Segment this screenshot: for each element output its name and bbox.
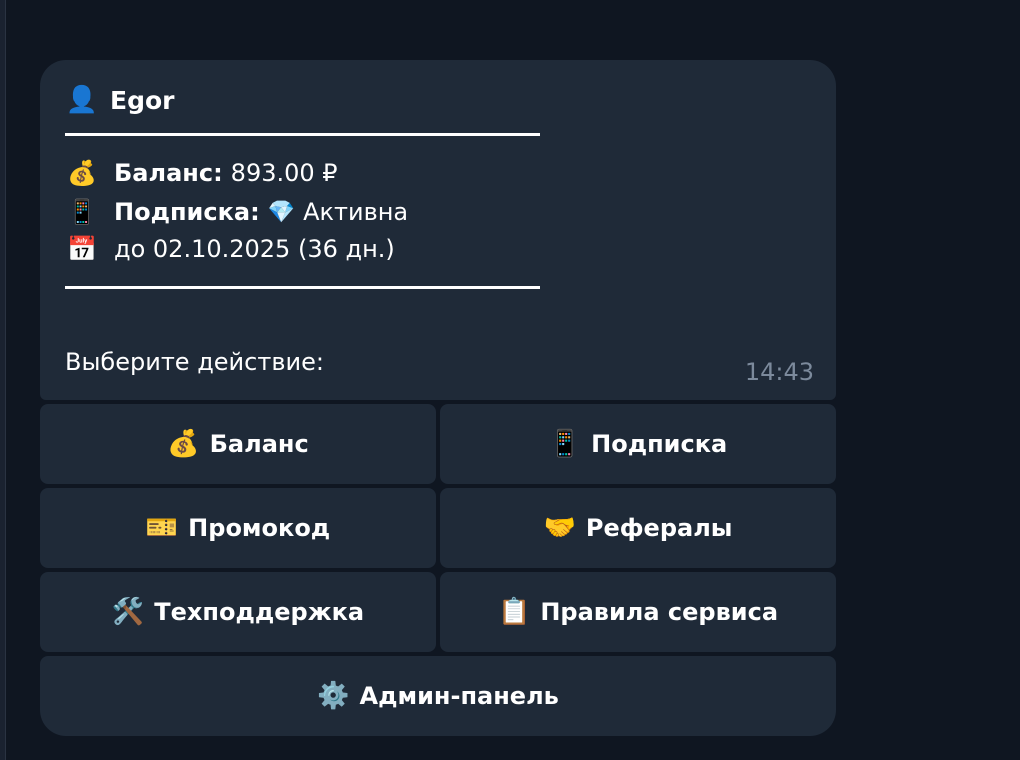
support-button-label: Техподдержка xyxy=(154,598,365,626)
subscription-status: Активна xyxy=(303,198,409,226)
message-time: 14:43 xyxy=(744,358,814,386)
admin-panel-button-label: Админ-панель xyxy=(359,682,559,710)
balance-button-label: Баланс xyxy=(209,430,309,458)
balance-value: 893.00 ₽ xyxy=(230,159,338,187)
subscription-line: 📱 Подписка: 💎 Активна xyxy=(64,194,408,230)
balance-label: Баланс: xyxy=(114,159,223,187)
diamond-icon: 💎 xyxy=(267,199,296,225)
gear-icon: ⚙️ xyxy=(317,681,350,711)
tools-icon: 🛠️ xyxy=(111,597,145,627)
clipboard-icon: 📋 xyxy=(497,597,531,627)
promocode-button-label: Промокод xyxy=(188,514,331,542)
subscription-button-label: Подписка xyxy=(591,430,728,458)
mobile-phone-icon: 📱 xyxy=(548,429,582,459)
referrals-button-label: Рефералы xyxy=(585,514,733,542)
balance-button[interactable]: 💰 Баланс xyxy=(40,404,436,484)
balance-line: 💰 Баланс: 893.00 ₽ xyxy=(64,155,338,191)
expiry-text: до 02.10.2025 (36 дн.) xyxy=(114,235,395,263)
support-button[interactable]: 🛠️ Техподдержка xyxy=(40,572,436,652)
chat-list-edge xyxy=(0,0,6,760)
sender-header: 👤 Egor xyxy=(64,82,175,118)
divider-bottom xyxy=(65,286,540,289)
rules-button[interactable]: 📋 Правила сервиса xyxy=(440,572,836,652)
sender-name: Egor xyxy=(110,85,175,115)
divider-top xyxy=(65,133,540,136)
expiry-line: 📅 до 02.10.2025 (36 дн.) xyxy=(64,231,395,267)
money-bag-icon: 💰 xyxy=(167,429,200,459)
ticket-icon: 🎫 xyxy=(145,513,179,543)
handshake-icon: 🤝 xyxy=(543,513,576,543)
admin-panel-button[interactable]: ⚙️ Админ-панель xyxy=(40,656,836,736)
bot-message-bubble: 👤 Egor 💰 Баланс: 893.00 ₽ 📱 Подписка: 💎 … xyxy=(40,60,836,400)
promocode-button[interactable]: 🎫 Промокод xyxy=(40,488,436,568)
user-icon: 👤 xyxy=(65,85,99,115)
subscription-button[interactable]: 📱 Подписка xyxy=(440,404,836,484)
money-bag-icon: 💰 xyxy=(67,159,97,187)
prompt-text: Выберите действие: xyxy=(65,348,324,376)
mobile-phone-icon: 📱 xyxy=(67,198,97,226)
calendar-icon: 📅 xyxy=(67,235,97,263)
rules-button-label: Правила сервиса xyxy=(540,598,779,626)
referrals-button[interactable]: 🤝 Рефералы xyxy=(440,488,836,568)
subscription-label: Подписка: xyxy=(114,198,260,226)
